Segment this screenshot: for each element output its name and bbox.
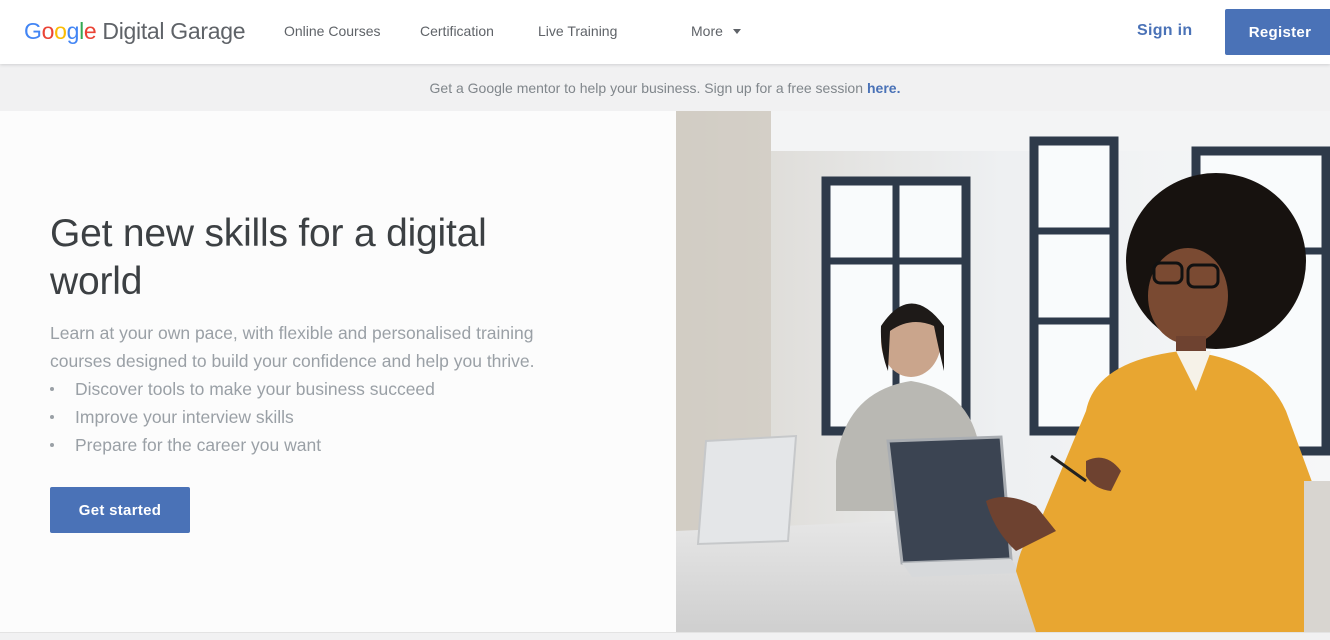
section-divider <box>0 632 1330 640</box>
nav-more-label: More <box>691 23 723 39</box>
list-item-text: Discover tools to make your business suc… <box>75 379 435 399</box>
office-meeting-illustration <box>676 111 1330 632</box>
nav-online-courses[interactable]: Online Courses <box>284 23 381 39</box>
bullet-dot <box>50 387 54 391</box>
mentor-banner: Get a Google mentor to help your busines… <box>0 64 1330 111</box>
banner-link-here[interactable]: here. <box>867 80 900 96</box>
get-started-button[interactable]: Get started <box>50 487 190 533</box>
logo-letter: e <box>83 18 97 44</box>
nav-certification[interactable]: Certification <box>420 23 494 39</box>
site-header: G o o g l e Digital Garage Online Course… <box>0 0 1330 64</box>
hero-photo <box>676 111 1330 632</box>
chevron-down-icon <box>732 29 741 34</box>
list-item-text: Improve your interview skills <box>75 407 294 427</box>
list-item: Discover tools to make your business suc… <box>50 375 435 403</box>
register-button[interactable]: Register <box>1225 9 1330 55</box>
logo-brand-text: Digital Garage <box>102 18 246 44</box>
logo-letter: G <box>24 18 42 44</box>
logo-letter: o <box>41 18 55 44</box>
list-item: Prepare for the career you want <box>50 431 435 459</box>
logo-letter: g <box>66 18 80 44</box>
hero-bullet-list: Discover tools to make your business suc… <box>50 375 435 459</box>
banner-text: Get a Google mentor to help your busines… <box>429 79 863 96</box>
bullet-dot <box>50 443 54 447</box>
hero-subtitle: Learn at your own pace, with flexible an… <box>50 323 535 371</box>
logo-letter: o <box>54 18 67 44</box>
hero-title: Get new skills for a digital world <box>50 212 487 303</box>
list-item: Improve your interview skills <box>50 403 435 431</box>
nav-live-training[interactable]: Live Training <box>538 23 617 39</box>
bullet-dot <box>50 415 54 419</box>
hero-section: Get new skills for a digital world Learn… <box>0 111 676 632</box>
google-digital-garage-logo[interactable]: G o o g l e Digital Garage <box>24 18 246 48</box>
sign-in-link[interactable]: Sign in <box>1137 22 1192 40</box>
nav-more-dropdown[interactable]: More <box>691 23 741 39</box>
list-item-text: Prepare for the career you want <box>75 435 322 455</box>
